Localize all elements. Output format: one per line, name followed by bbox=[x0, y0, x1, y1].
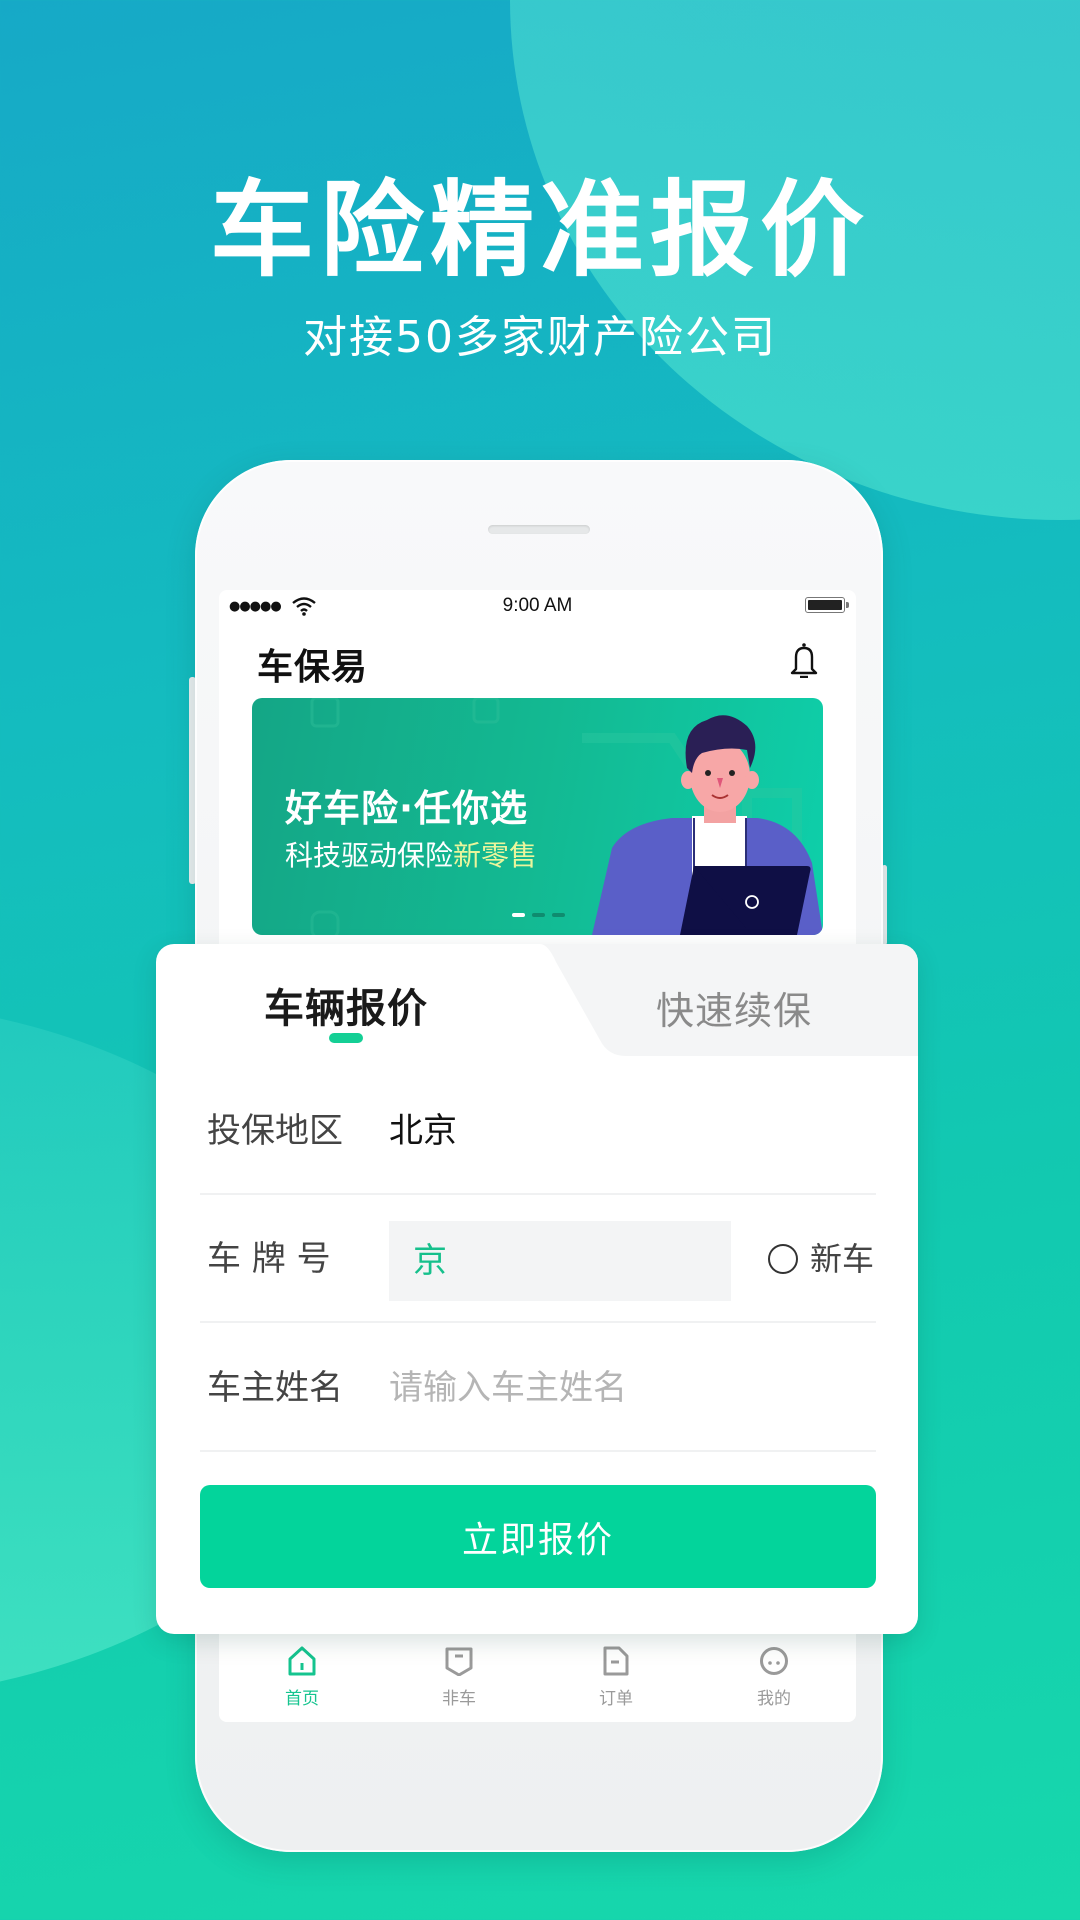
new-car-label[interactable]: 新车 bbox=[810, 1196, 874, 1323]
quote-card: 车辆报价 快速续保 投保地区 北京 车 牌 号 京 新车 车主姓名 立即报价 bbox=[156, 944, 918, 1634]
tab-vehicle-quote[interactable]: 车辆报价 bbox=[264, 976, 428, 1034]
tab-quick-renewal[interactable]: 快速续保 bbox=[656, 980, 812, 1035]
tab-non-auto[interactable]: 非车 bbox=[414, 1646, 504, 1709]
region-value[interactable]: 北京 bbox=[389, 1068, 457, 1195]
region-label: 投保地区 bbox=[207, 1111, 343, 1151]
tab-orders[interactable]: 订单 bbox=[571, 1646, 661, 1709]
tab-orders-label: 订单 bbox=[599, 1689, 633, 1709]
banner-subtitle-highlight: 新零售 bbox=[453, 839, 538, 872]
active-tab-indicator bbox=[329, 1033, 363, 1043]
carousel-indicator bbox=[512, 913, 565, 917]
tab-home[interactable]: 首页 bbox=[257, 1646, 347, 1709]
plate-number-input[interactable]: 京 bbox=[389, 1221, 731, 1301]
owner-row: 车主姓名 bbox=[200, 1325, 876, 1452]
owner-label: 车主姓名 bbox=[207, 1368, 343, 1408]
app-title: 车保易 bbox=[257, 647, 369, 688]
tab-non-auto-label: 非车 bbox=[442, 1689, 476, 1709]
banner-subtitle-main: 科技驱动保险 bbox=[285, 839, 454, 872]
person-with-laptop-illustration bbox=[592, 715, 823, 935]
plate-label: 车 牌 号 bbox=[207, 1239, 331, 1279]
status-time: 9:00 AM bbox=[502, 595, 573, 616]
carousel-dot-3[interactable] bbox=[552, 913, 565, 917]
promo-headline: 车险精准报价 bbox=[209, 169, 870, 291]
new-car-radio[interactable] bbox=[768, 1244, 798, 1274]
bell-icon[interactable] bbox=[789, 642, 819, 682]
promo-subheadline: 对接50多家财产险公司 bbox=[303, 312, 777, 363]
profile-icon bbox=[760, 1647, 788, 1675]
battery-icon bbox=[805, 597, 849, 613]
document-icon bbox=[603, 1646, 629, 1676]
promo-banner[interactable]: 好车险·任你选 科技驱动保险新零售 bbox=[252, 698, 823, 935]
get-quote-button[interactable]: 立即报价 bbox=[200, 1485, 876, 1588]
region-row[interactable]: 投保地区 北京 bbox=[200, 1068, 876, 1195]
banner-subtitle: 科技驱动保险新零售 bbox=[285, 834, 537, 874]
shield-icon bbox=[445, 1647, 473, 1676]
plate-row: 车 牌 号 京 新车 bbox=[200, 1196, 876, 1323]
owner-name-input[interactable] bbox=[389, 1325, 869, 1450]
carousel-dot-1[interactable] bbox=[512, 913, 525, 917]
bottom-tab-bar: 首页 非车 订单 我的 bbox=[219, 1633, 856, 1722]
tab-profile[interactable]: 我的 bbox=[729, 1646, 819, 1709]
banner-title: 好车险·任你选 bbox=[285, 787, 529, 830]
tab-profile-label: 我的 bbox=[757, 1689, 791, 1709]
carousel-dot-2[interactable] bbox=[532, 913, 545, 917]
status-bar: ●●●●● 9:00 AM bbox=[219, 590, 856, 622]
home-icon bbox=[288, 1646, 316, 1676]
tab-home-label: 首页 bbox=[285, 1689, 319, 1709]
phone-speaker bbox=[488, 525, 590, 534]
